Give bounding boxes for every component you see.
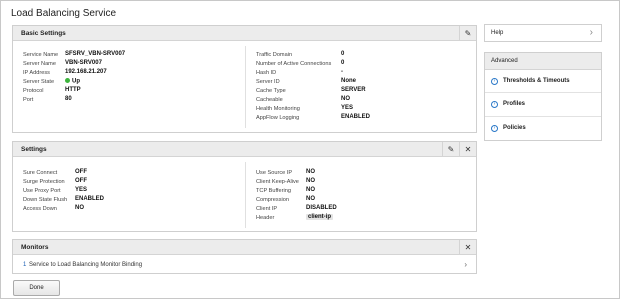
sure-connect-value: OFF [75, 169, 87, 175]
ip-address-label: IP Address [23, 70, 50, 76]
port-value: 80 [65, 96, 72, 102]
monitor-binding-text: Service to Load Balancing Monitor Bindin… [29, 262, 143, 268]
help-label: Help [491, 30, 504, 36]
sidebar-item-policies[interactable]: › Policies [485, 117, 601, 141]
appflow-logging-label: AppFlow Logging [256, 115, 300, 121]
hash-id-label: Hash ID [256, 70, 277, 76]
cacheable-value: NO [341, 96, 350, 102]
cacheable-label: Cacheable [256, 97, 283, 103]
port-label: Port [23, 97, 34, 103]
protocol-value: HTTP [65, 87, 81, 93]
access-down-value: NO [75, 205, 84, 211]
monitors-panel: Monitors ✕ 1 Service to Load Balancing M… [12, 239, 477, 274]
edit-settings-button[interactable]: ✎ [442, 142, 459, 157]
server-name-label: Server Name [23, 61, 56, 67]
sidebar-item-thresholds-timeouts[interactable]: › Thresholds & Timeouts [485, 70, 601, 93]
sidebar-item-profiles[interactable]: › Profiles [485, 93, 601, 117]
edit-basic-settings-button[interactable]: ✎ [459, 26, 476, 41]
advanced-panel: Advanced › Thresholds & Timeouts › Profi… [484, 52, 602, 141]
settings-header: Settings ✎ ✕ [13, 142, 476, 157]
cache-type-label: Cache Type [256, 88, 286, 94]
compression-label: Compression [256, 197, 289, 203]
client-keep-alive-label: Client Keep-Alive [256, 179, 299, 185]
circle-chevron-icon: › [491, 101, 498, 108]
sidebar-item-label: Thresholds & Timeouts [503, 78, 570, 84]
use-source-ip-value: NO [306, 169, 315, 175]
pencil-icon: ✎ [464, 29, 472, 38]
close-settings-button[interactable]: ✕ [459, 142, 476, 157]
down-state-flush-value: ENABLED [75, 196, 105, 202]
basic-settings-divider [245, 46, 246, 128]
active-connections-value: 0 [341, 60, 345, 66]
protocol-label: Protocol [23, 88, 44, 94]
appflow-logging-value: ENABLED [341, 114, 371, 120]
basic-settings-panel: Basic Settings ✎ Service Name SFSRV_VBN-… [12, 25, 477, 133]
basic-settings-header: Basic Settings ✎ [13, 26, 476, 41]
settings-title: Settings [21, 146, 47, 153]
down-state-flush-label: Down State Flush [23, 197, 68, 203]
use-proxy-port-value: YES [75, 187, 88, 193]
client-ip-value: DISABLED [306, 205, 337, 211]
use-proxy-port-label: Use Proxy Port [23, 188, 61, 194]
settings-divider [245, 162, 246, 228]
advanced-title: Advanced [491, 58, 518, 64]
monitors-header: Monitors ✕ [13, 240, 476, 255]
compression-value: NO [306, 196, 315, 202]
traffic-domain-label: Traffic Domain [256, 52, 293, 58]
traffic-domain-value: 0 [341, 51, 345, 57]
service-name-value: SFSRV_VBN-SRV007 [65, 51, 126, 57]
header-value: client-ip [306, 214, 334, 220]
server-state-label: Server State [23, 79, 55, 85]
client-keep-alive-value: NO [306, 178, 315, 184]
sure-connect-label: Sure Connect [23, 170, 58, 176]
monitor-binding-count[interactable]: 1 [23, 262, 26, 268]
monitor-binding-row[interactable]: 1 Service to Load Balancing Monitor Bind… [13, 256, 476, 274]
sidebar-item-label: Profiles [503, 101, 526, 107]
tcp-buffering-value: NO [306, 187, 315, 193]
server-id-value: None [341, 78, 356, 84]
surge-protection-label: Surge Protection [23, 179, 65, 185]
cache-type-value: SERVER [341, 87, 366, 93]
close-icon: ✕ [464, 243, 472, 252]
server-name-value: VBN-SRV007 [65, 60, 102, 66]
basic-settings-title: Basic Settings [21, 30, 66, 37]
advanced-header: Advanced [485, 53, 601, 70]
health-monitoring-label: Health Monitoring [256, 106, 300, 112]
close-icon: ✕ [464, 145, 472, 154]
ip-address-value: 192.168.21.207 [65, 69, 107, 75]
chevron-right-icon: › [589, 27, 593, 38]
settings-panel: Settings ✎ ✕ Sure Connect OFF Surge Prot… [12, 141, 477, 232]
pencil-icon: ✎ [447, 145, 455, 154]
hash-id-value: - [341, 69, 343, 75]
access-down-label: Access Down [23, 206, 57, 212]
client-ip-label: Client IP [256, 206, 278, 212]
circle-chevron-icon: › [491, 125, 498, 132]
server-state-text: Up [72, 78, 80, 85]
sidebar-item-label: Policies [503, 125, 526, 131]
use-source-ip-label: Use Source IP [256, 170, 293, 176]
circle-chevron-icon: › [491, 78, 498, 85]
active-connections-label: Number of Active Connections [256, 61, 332, 67]
close-monitors-button[interactable]: ✕ [459, 240, 476, 255]
header-label: Header [256, 215, 275, 221]
surge-protection-value: OFF [75, 178, 87, 184]
done-button[interactable]: Done [13, 280, 60, 296]
status-up-icon [65, 78, 70, 83]
server-state-value: Up [65, 78, 80, 85]
tcp-buffering-label: TCP Buffering [256, 188, 291, 194]
health-monitoring-value: YES [341, 105, 354, 111]
chevron-right-icon: › [464, 260, 467, 269]
help-panel[interactable]: Help › [484, 24, 602, 42]
page-title: Load Balancing Service [11, 8, 117, 19]
monitors-title: Monitors [21, 244, 49, 251]
server-id-label: Server ID [256, 79, 280, 85]
service-name-label: Service Name [23, 52, 59, 58]
